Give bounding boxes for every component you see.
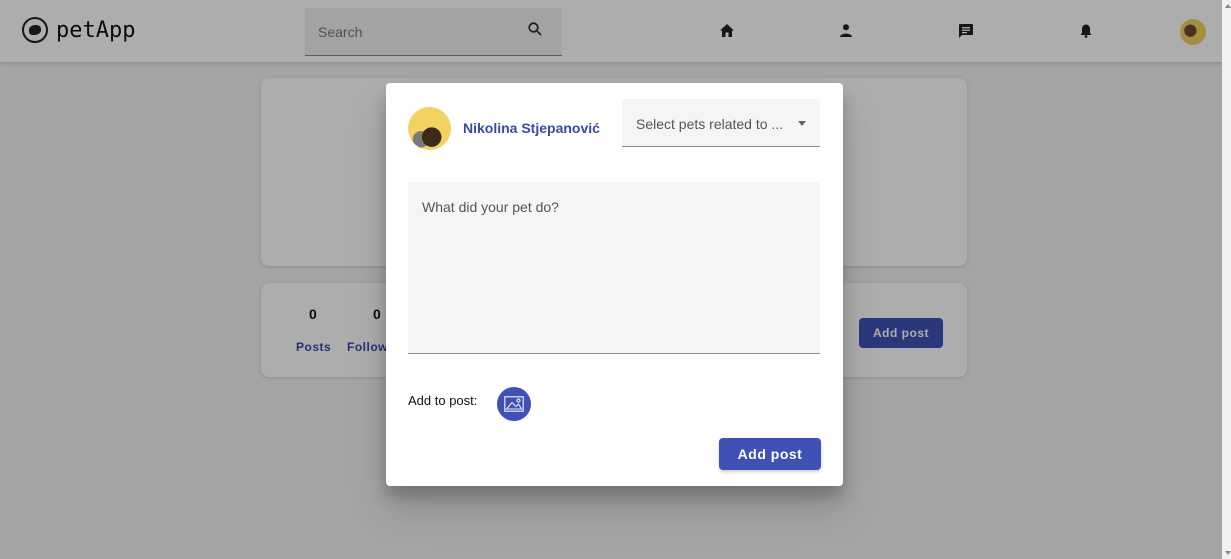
pet-select-label: Select pets related to ...	[636, 116, 784, 132]
post-placeholder: What did your pet do?	[422, 199, 559, 215]
scrollbar[interactable]	[1222, 0, 1231, 559]
dropdown-arrow-icon	[798, 121, 806, 126]
scroll-up-icon[interactable]	[1225, 4, 1231, 8]
image-icon	[504, 396, 524, 412]
user-name: Nikolina Stjepanović	[463, 120, 600, 136]
post-text-input[interactable]: What did your pet do?	[408, 182, 820, 354]
pet-select-dropdown[interactable]: Select pets related to ...	[622, 99, 820, 147]
add-post-button[interactable]: Add post	[719, 438, 821, 470]
add-to-post-label: Add to post:	[408, 393, 478, 408]
page: petApp Search 0 Posts 0 Follow Add post …	[0, 0, 1231, 559]
scroll-down-icon[interactable]	[1225, 551, 1231, 555]
new-post-dialog: Nikolina Stjepanović Select pets related…	[386, 83, 843, 486]
user-avatar	[408, 107, 451, 150]
add-image-button[interactable]	[497, 387, 531, 421]
